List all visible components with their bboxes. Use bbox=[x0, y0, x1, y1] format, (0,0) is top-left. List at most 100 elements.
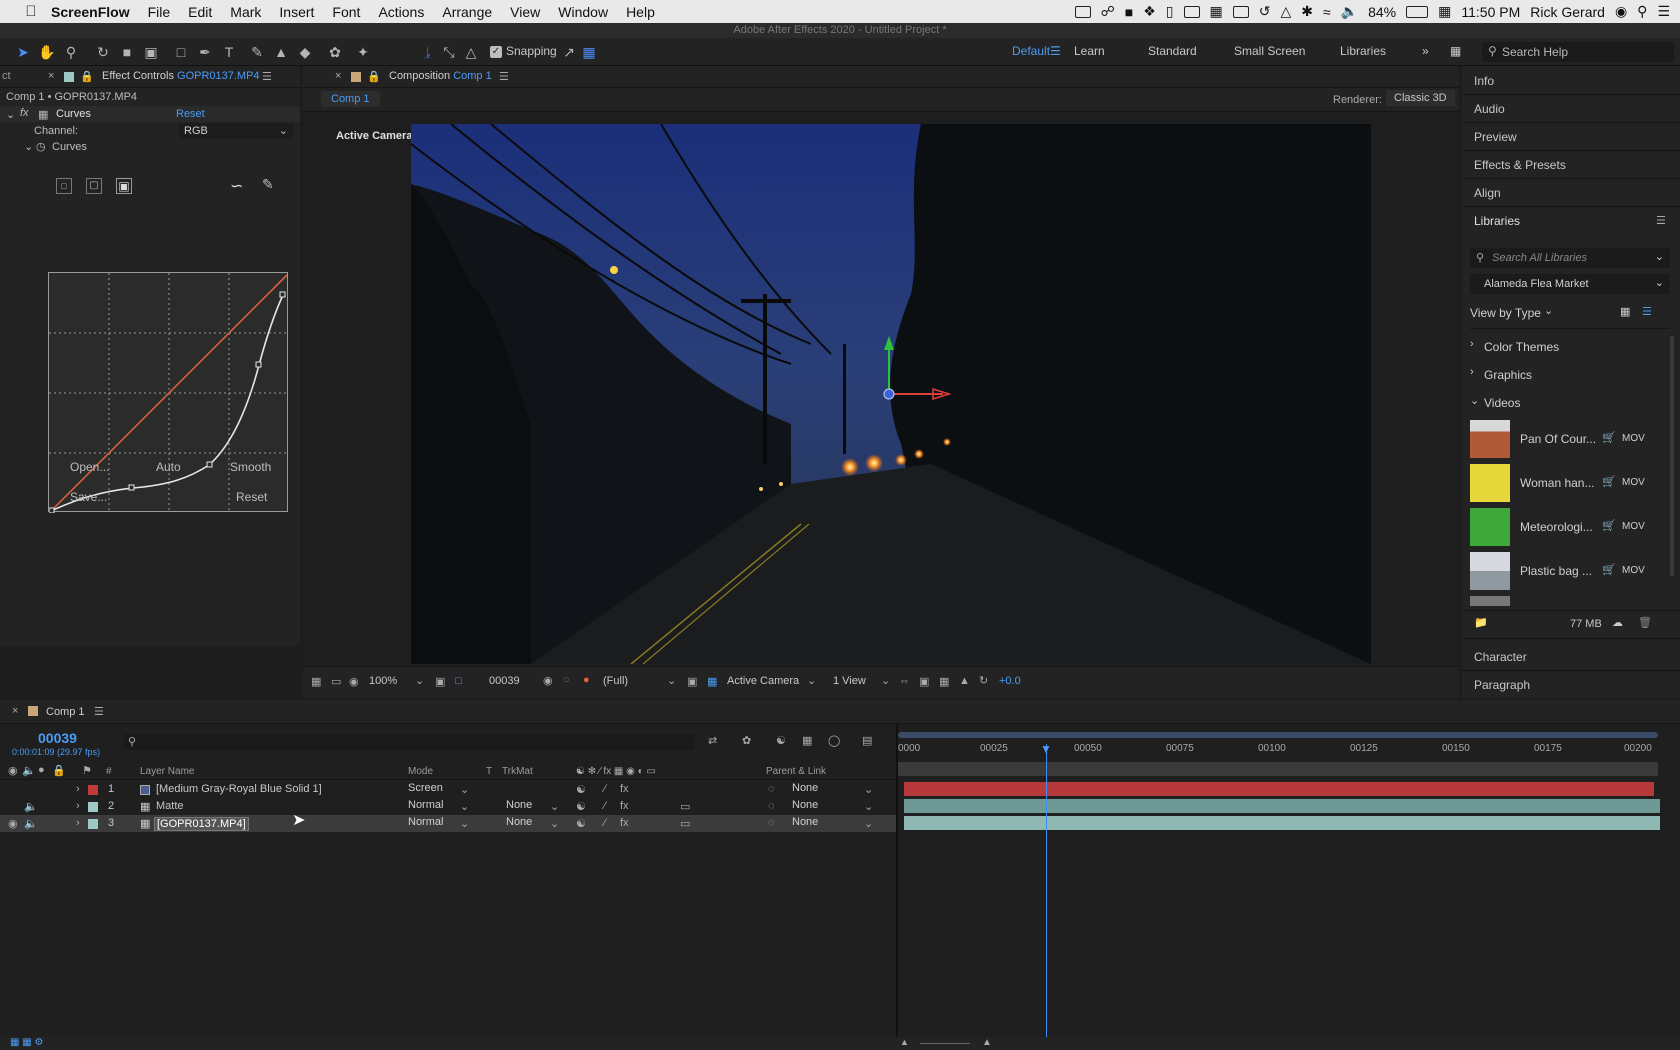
workspace-learn[interactable]: Learn bbox=[1074, 44, 1105, 58]
fx-icon[interactable]: fx bbox=[20, 107, 29, 119]
layer-label-color[interactable] bbox=[88, 819, 98, 829]
bluetooth-icon[interactable]: ✱ bbox=[1301, 3, 1313, 20]
audio-switch-icon[interactable]: 🔈 bbox=[24, 800, 38, 813]
library-group-graphics[interactable]: Graphics bbox=[1484, 368, 1532, 382]
rotate-tool-icon[interactable]: ↻ bbox=[94, 43, 112, 61]
clock-time[interactable]: 11:50 PM bbox=[1461, 4, 1520, 20]
volume-icon[interactable]: 🔈 bbox=[1341, 3, 1358, 20]
current-frame[interactable]: 00039 bbox=[489, 675, 520, 687]
zoom-slider[interactable] bbox=[920, 1043, 970, 1044]
notification-center-icon[interactable]: ☰ bbox=[1657, 3, 1670, 20]
effects-switch-icon[interactable]: fx bbox=[620, 783, 629, 795]
timeline-tab-name[interactable]: Comp 1 bbox=[46, 706, 85, 718]
workspace-standard[interactable]: Standard bbox=[1148, 44, 1197, 58]
pen-tool-icon[interactable]: ✒ bbox=[196, 43, 214, 61]
graph-size-large-icon[interactable]: ▣ bbox=[116, 178, 132, 194]
fast-previews-icon[interactable]: ▣ bbox=[919, 675, 929, 688]
audio-switch-icon[interactable]: 🔈 bbox=[24, 817, 38, 830]
reset-exposure-icon[interactable]: ↻ bbox=[979, 674, 988, 687]
user-name[interactable]: Rick Gerard bbox=[1530, 4, 1605, 20]
composition-tab[interactable]: Composition Comp 1 bbox=[389, 70, 492, 82]
menu-actions[interactable]: Actions bbox=[369, 4, 433, 20]
align-panel-tab[interactable]: Align bbox=[1474, 186, 1501, 200]
view-layout-dropdown[interactable]: 1 View bbox=[833, 675, 866, 687]
draft-3d-icon[interactable]: ✿ bbox=[742, 734, 751, 747]
audio-panel-tab[interactable]: Audio bbox=[1474, 102, 1505, 116]
trkmat-dropdown[interactable]: None bbox=[506, 799, 532, 814]
creative-cloud-icon[interactable]: ☍ bbox=[1101, 3, 1115, 20]
cloud-icon[interactable]: ☁ bbox=[1612, 616, 1623, 629]
menu-window[interactable]: Window bbox=[549, 4, 617, 20]
mask-visibility-icon[interactable]: ◉ bbox=[349, 675, 359, 688]
channel-dropdown[interactable]: RGB ⌄ bbox=[178, 123, 294, 139]
airplay-icon[interactable]: △ bbox=[1280, 3, 1291, 20]
snapshot-icon[interactable]: ◉ bbox=[543, 674, 553, 687]
local-axis-icon[interactable]: ⥕ bbox=[418, 43, 436, 61]
zoom-tool-icon[interactable]: ⚲ bbox=[62, 43, 80, 61]
spotlight-icon[interactable]: ⚲ bbox=[1637, 3, 1647, 20]
layer-name[interactable]: Matte bbox=[156, 800, 184, 812]
parent-dropdown[interactable]: None bbox=[792, 816, 818, 831]
lock-icon[interactable]: 🔒 bbox=[80, 70, 94, 83]
timeline-search-input[interactable]: ⚲ bbox=[124, 734, 694, 750]
effect-controls-tab[interactable]: Effect Controls GOPR0137.MP4 bbox=[102, 70, 260, 82]
time-machine-icon[interactable]: ↺ bbox=[1259, 3, 1271, 20]
quality-switch-icon[interactable]: ∕ bbox=[604, 783, 606, 795]
library-search-input[interactable]: ⚲ Search All Libraries ⌄ bbox=[1470, 248, 1670, 268]
workspace-libraries[interactable]: Libraries bbox=[1340, 44, 1386, 58]
library-video-item[interactable]: Plastic bag ... 🛒 MOV bbox=[1470, 552, 1670, 592]
layer-row[interactable]: › 1 [Medium Gray-Royal Blue Solid 1] Scr… bbox=[0, 781, 896, 798]
layer-label-color[interactable] bbox=[88, 802, 98, 812]
menu-view[interactable]: View bbox=[501, 4, 549, 20]
cart-icon[interactable]: 🛒 bbox=[1602, 431, 1616, 444]
chevron-right-icon[interactable]: › bbox=[76, 800, 80, 812]
zoom-in-icon[interactable]: ▲ bbox=[982, 1037, 992, 1048]
workspace-small-screen[interactable]: Small Screen bbox=[1234, 44, 1305, 58]
composition-viewer[interactable] bbox=[411, 124, 1371, 664]
curves-save-button[interactable]: Save... bbox=[70, 490, 107, 504]
chevron-right-icon[interactable]: › bbox=[76, 817, 80, 829]
shy-layers-icon[interactable]: ☯ bbox=[776, 734, 786, 747]
battery-percent[interactable]: 84% bbox=[1368, 4, 1396, 20]
comp-mini-flowchart-icon[interactable]: ⇄ bbox=[708, 734, 717, 747]
col-header-layer-name[interactable]: Layer Name bbox=[140, 766, 194, 777]
layer-mode-dropdown[interactable]: Screen bbox=[408, 782, 443, 797]
wifi-icon[interactable]: ≈ bbox=[1323, 4, 1331, 20]
parent-dropdown[interactable]: None bbox=[792, 782, 818, 797]
effect-collapse-icon[interactable]: ⌄ bbox=[6, 108, 15, 121]
curves-open-button[interactable]: Open... bbox=[70, 460, 109, 474]
layer-switches-icon[interactable]: ▦ ▦ ⚙ bbox=[10, 1037, 43, 1048]
trkmat-dropdown[interactable]: None bbox=[506, 816, 532, 831]
region-of-interest-icon[interactable]: ▣ bbox=[687, 675, 697, 688]
shy-switch-icon[interactable]: ☯ bbox=[576, 817, 586, 830]
layer-row[interactable]: 🔈 › 2 ▦ Matte Normal ⌄ None ⌄ ☯ ∕ fx ▭ ◌… bbox=[0, 798, 896, 815]
curves-auto-button[interactable]: Auto bbox=[156, 460, 181, 474]
panel-menu-icon[interactable]: ☰ bbox=[94, 705, 104, 718]
library-scrollbar[interactable] bbox=[1670, 336, 1674, 576]
effects-presets-panel-tab[interactable]: Effects & Presets bbox=[1474, 158, 1566, 172]
flowchart-icon[interactable]: ▲ bbox=[959, 675, 970, 687]
display-icon[interactable] bbox=[1232, 5, 1249, 18]
snap-bounds-icon[interactable]: ▦ bbox=[580, 43, 598, 61]
toggle-transparency-icon[interactable]: ▦ bbox=[707, 675, 717, 688]
camera-view-dropdown[interactable]: Active Camera bbox=[727, 675, 799, 687]
graph-size-small-icon[interactable]: □ bbox=[56, 178, 72, 194]
library-video-item[interactable]: Pan Of Cour... 🛒 MOV bbox=[1470, 420, 1670, 460]
puppet-tool-icon[interactable]: ✦ bbox=[354, 43, 372, 61]
menu-arrange[interactable]: Arrange bbox=[433, 4, 501, 20]
curves-smooth-button[interactable]: Smooth bbox=[230, 460, 271, 474]
cart-icon[interactable]: 🛒 bbox=[1602, 475, 1616, 488]
bezier-curve-tool-icon[interactable]: ∽ bbox=[230, 176, 243, 196]
type-tool-icon[interactable]: T bbox=[220, 43, 238, 61]
3d-layer-switch-icon[interactable]: ▭ bbox=[680, 817, 690, 830]
workspace-panel-icon[interactable]: ▦ bbox=[1450, 44, 1461, 58]
title-safe-icon[interactable]: ▣ bbox=[435, 675, 445, 688]
panel-menu-icon[interactable]: ☰ bbox=[1656, 214, 1666, 227]
app-icon[interactable]: ▦ bbox=[1210, 3, 1223, 20]
folder-icon[interactable]: 📁 bbox=[1474, 616, 1488, 629]
layer-label-color[interactable] bbox=[88, 785, 98, 795]
work-area-bar[interactable] bbox=[898, 762, 1658, 776]
library-video-item[interactable]: Woman han... 🛒 MOV bbox=[1470, 464, 1670, 504]
menu-edit[interactable]: Edit bbox=[179, 4, 221, 20]
quality-switch-icon[interactable]: ∕ bbox=[604, 800, 606, 812]
